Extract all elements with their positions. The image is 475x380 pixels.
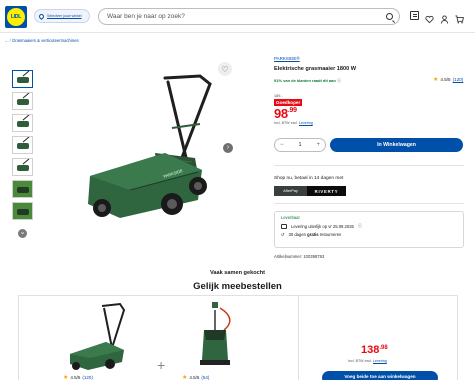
bundle-item2-rating[interactable]: ★ 4.5/5 (54) bbox=[182, 374, 209, 380]
add-both-to-cart-button[interactable]: Voeg beide toe aan winkelwagen bbox=[322, 371, 438, 380]
article-number: Artikelnummer: 100398793 bbox=[274, 254, 325, 259]
product-brand-link[interactable]: PARKSIDE® bbox=[274, 56, 300, 61]
bundle-kicker: Vaak samen gekocht bbox=[209, 270, 266, 276]
store-selector-label: Selecteer jouw winkel bbox=[47, 14, 82, 18]
breadcrumb: ... / Grasmaaiers & verticuteermachines bbox=[5, 38, 79, 43]
bundle-divider bbox=[298, 295, 299, 380]
thumbnail-list bbox=[12, 70, 34, 224]
vat-info: Incl. BTW excl. Levering bbox=[274, 121, 313, 125]
shopping-list-icon[interactable] bbox=[410, 11, 419, 20]
user-icon[interactable] bbox=[440, 11, 449, 24]
breadcrumb-category[interactable]: Grasmaaiers & verticuteermachines bbox=[12, 38, 79, 43]
search-bar[interactable] bbox=[98, 8, 400, 25]
thumbnail-1[interactable] bbox=[12, 70, 33, 88]
bundle-title: Gelijk meebestellen bbox=[193, 281, 282, 292]
thumbnails-more-icon[interactable]: ⌄ bbox=[18, 229, 27, 238]
truck-icon bbox=[281, 223, 287, 229]
delivery-date: Levering uiterlijk op vr 25.09.2026 bbox=[291, 223, 354, 229]
lidl-logo[interactable]: LIDL bbox=[5, 6, 27, 28]
breadcrumb-ellipsis[interactable]: ... bbox=[5, 38, 9, 43]
thumbnail-7[interactable] bbox=[12, 202, 33, 220]
heart-icon[interactable] bbox=[425, 11, 434, 24]
quantity-stepper[interactable]: − 1 + bbox=[274, 138, 326, 152]
product-price: 98.99 bbox=[274, 106, 297, 121]
return-icon: ↺ bbox=[281, 232, 285, 237]
store-selector-button[interactable]: Selecteer jouw winkel bbox=[34, 9, 90, 23]
bundle-item1-rating[interactable]: ★ 4.5/5 (120) bbox=[63, 374, 93, 380]
thumbnail-4[interactable] bbox=[12, 136, 33, 154]
deal-badge: Goedkoper bbox=[274, 99, 303, 106]
plus-icon: + bbox=[157, 357, 166, 373]
old-price: 189,- bbox=[274, 94, 283, 98]
quantity-value: 1 bbox=[298, 142, 302, 148]
product-title: Elektrische grasmaaier 1800 W bbox=[274, 66, 357, 72]
delivery-box: Leverbaar Levering uiterlijk op vr 25.09… bbox=[274, 211, 464, 248]
recommend-text: 91% van de klanten raadt dit aan ⓘ bbox=[274, 78, 341, 83]
wishlist-heart-icon[interactable]: ♡ bbox=[218, 62, 232, 76]
product-rating[interactable]: ★ 4.5/5 (120) bbox=[433, 76, 463, 83]
divider bbox=[274, 165, 464, 166]
availability-status: Leverbaar bbox=[281, 215, 300, 220]
bundle-delivery-link[interactable]: Levering bbox=[373, 359, 387, 363]
riverty-logo: AfterPay RIVERTY bbox=[274, 186, 346, 196]
next-image-arrow-icon[interactable]: › bbox=[223, 143, 233, 153]
minus-icon[interactable]: − bbox=[280, 142, 284, 148]
search-input[interactable] bbox=[107, 13, 377, 20]
site-header: LIDL Selecteer jouw winkel bbox=[0, 0, 475, 33]
delivery-link[interactable]: Levering bbox=[299, 121, 313, 125]
bundle-mower-image[interactable] bbox=[62, 300, 142, 372]
paylater-text: Shop nu, betaal in 14 dagen met bbox=[274, 176, 344, 181]
bundle-vat-info: Incl. BTW excl. Levering bbox=[348, 359, 387, 363]
info-icon[interactable]: ⓘ bbox=[358, 223, 362, 229]
divider bbox=[274, 203, 464, 204]
reviews-link[interactable]: (120) bbox=[453, 77, 464, 82]
search-icon[interactable] bbox=[386, 13, 393, 20]
info-icon[interactable]: ⓘ bbox=[337, 78, 341, 83]
location-pin-icon bbox=[37, 12, 46, 20]
bundle-price: 138.98 bbox=[361, 344, 388, 356]
return-text: 30 dagen gratis retourneren bbox=[288, 232, 342, 237]
cart-icon[interactable] bbox=[455, 11, 464, 24]
logo-text: LIDL bbox=[10, 14, 22, 20]
star-icon: ★ bbox=[433, 77, 439, 83]
bundle-pump-image[interactable] bbox=[190, 300, 240, 372]
add-to-cart-button[interactable]: In Winkelwagen bbox=[330, 138, 463, 152]
thumbnail-3[interactable] bbox=[12, 114, 33, 132]
thumbnail-6[interactable] bbox=[12, 180, 33, 198]
thumbnail-5[interactable] bbox=[12, 158, 33, 176]
thumbnail-2[interactable] bbox=[12, 92, 33, 110]
plus-icon[interactable]: + bbox=[316, 142, 320, 148]
